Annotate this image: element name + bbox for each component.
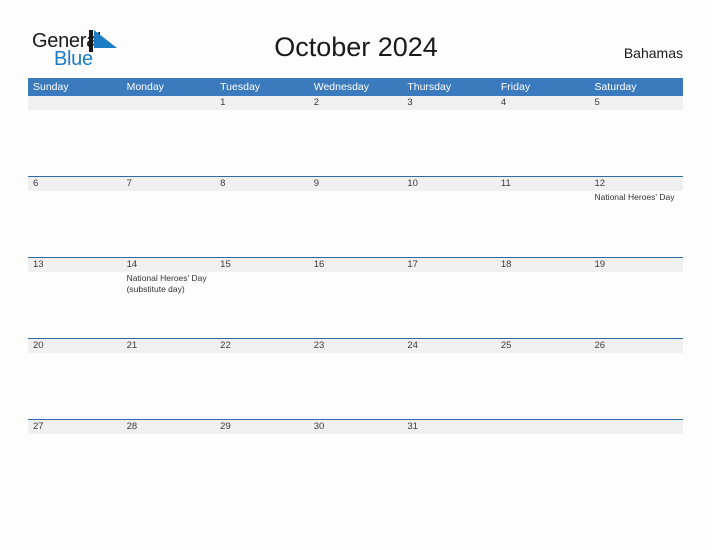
day-number[interactable]: 5 xyxy=(589,96,683,110)
day-number[interactable]: 26 xyxy=(589,339,683,353)
day-cell[interactable] xyxy=(122,110,216,176)
day-number[interactable]: 2 xyxy=(309,96,403,110)
week-event-body: National Heroes' Day xyxy=(28,191,683,257)
day-number[interactable]: 15 xyxy=(215,258,309,272)
week-date-band: 6 7 8 9 10 11 12 xyxy=(28,177,683,191)
week-date-band: 20 21 22 23 24 25 26 xyxy=(28,339,683,353)
calendar-week-row: 1 2 3 4 5 xyxy=(28,96,683,176)
day-cell[interactable] xyxy=(496,353,590,419)
calendar-week-row: 20 21 22 23 24 25 26 xyxy=(28,338,683,419)
calendar-week-row: 27 28 29 30 31 xyxy=(28,419,683,434)
day-number[interactable]: 24 xyxy=(402,339,496,353)
day-header-tuesday: Tuesday xyxy=(220,81,261,93)
day-number[interactable]: 8 xyxy=(215,177,309,191)
day-number[interactable]: 28 xyxy=(122,420,216,434)
day-cell[interactable] xyxy=(589,353,683,419)
week-event-body xyxy=(28,110,683,176)
page-title: October 2024 xyxy=(274,32,438,62)
day-cell[interactable] xyxy=(309,353,403,419)
page-header: General Blue October 2024 Bahamas xyxy=(0,0,712,78)
day-number[interactable] xyxy=(589,420,683,434)
day-cell[interactable] xyxy=(215,272,309,338)
week-event-body xyxy=(28,353,683,419)
day-cell[interactable] xyxy=(28,191,122,257)
day-number[interactable] xyxy=(122,96,216,110)
day-cell[interactable] xyxy=(589,110,683,176)
day-header-friday: Friday xyxy=(500,81,531,93)
day-number[interactable]: 23 xyxy=(309,339,403,353)
calendar-page: General Blue October 2024 Bahamas Sunday… xyxy=(0,0,712,550)
day-number[interactable]: 3 xyxy=(402,96,496,110)
day-cell[interactable]: National Heroes' Day (substitute day) xyxy=(122,272,216,338)
day-cell[interactable] xyxy=(215,191,309,257)
day-number[interactable]: 14 xyxy=(122,258,216,272)
day-number[interactable]: 27 xyxy=(28,420,122,434)
week-date-band: 13 14 15 16 17 18 19 xyxy=(28,258,683,272)
day-cell[interactable] xyxy=(309,110,403,176)
day-header-sunday: Sunday xyxy=(33,81,69,93)
day-number[interactable]: 16 xyxy=(309,258,403,272)
day-cell[interactable] xyxy=(309,191,403,257)
day-cell[interactable] xyxy=(402,191,496,257)
day-number[interactable]: 4 xyxy=(496,96,590,110)
day-cell[interactable] xyxy=(496,110,590,176)
day-number[interactable]: 10 xyxy=(402,177,496,191)
day-cell[interactable] xyxy=(589,272,683,338)
day-cell[interactable] xyxy=(122,353,216,419)
day-cell[interactable] xyxy=(496,191,590,257)
week-event-body: National Heroes' Day (substitute day) xyxy=(28,272,683,338)
day-header-monday: Monday xyxy=(126,81,164,93)
day-number[interactable]: 22 xyxy=(215,339,309,353)
day-cell[interactable] xyxy=(309,272,403,338)
day-cell[interactable] xyxy=(215,353,309,419)
day-cell[interactable] xyxy=(122,191,216,257)
day-number[interactable]: 29 xyxy=(215,420,309,434)
calendar-week-row: 13 14 15 16 17 18 19 National Heroes' Da… xyxy=(28,257,683,338)
day-cell[interactable] xyxy=(402,110,496,176)
day-number[interactable] xyxy=(28,96,122,110)
day-number[interactable]: 17 xyxy=(402,258,496,272)
event-label: National Heroes' Day (substitute day) xyxy=(126,273,207,294)
day-number[interactable]: 12 xyxy=(589,177,683,191)
day-cell[interactable] xyxy=(402,353,496,419)
week-date-band: 27 28 29 30 31 xyxy=(28,420,683,434)
day-number[interactable]: 1 xyxy=(215,96,309,110)
day-number[interactable]: 13 xyxy=(28,258,122,272)
day-number[interactable]: 30 xyxy=(309,420,403,434)
day-number[interactable]: 25 xyxy=(496,339,590,353)
calendar-grid: Sunday Monday Tuesday Wednesday Thursday… xyxy=(28,78,683,434)
event-label: National Heroes' Day xyxy=(594,192,675,202)
day-number[interactable]: 7 xyxy=(122,177,216,191)
day-cell[interactable] xyxy=(28,272,122,338)
day-number[interactable]: 20 xyxy=(28,339,122,353)
day-number[interactable]: 18 xyxy=(496,258,590,272)
day-header-thursday: Thursday xyxy=(407,81,452,93)
week-date-band: 1 2 3 4 5 xyxy=(28,96,683,110)
day-number[interactable]: 6 xyxy=(28,177,122,191)
day-cell[interactable] xyxy=(28,110,122,176)
day-header-saturday: Saturday xyxy=(594,81,637,93)
day-number[interactable]: 9 xyxy=(309,177,403,191)
day-number[interactable]: 19 xyxy=(589,258,683,272)
day-cell[interactable] xyxy=(496,272,590,338)
day-number[interactable]: 21 xyxy=(122,339,216,353)
calendar-week-row: 6 7 8 9 10 11 12 National Heroes' Day xyxy=(28,176,683,257)
country-label: Bahamas xyxy=(623,45,683,61)
day-of-week-header-row: Sunday Monday Tuesday Wednesday Thursday… xyxy=(28,78,683,96)
day-number[interactable]: 31 xyxy=(402,420,496,434)
day-cell[interactable] xyxy=(215,110,309,176)
day-number[interactable]: 11 xyxy=(496,177,590,191)
day-cell[interactable] xyxy=(28,353,122,419)
day-header-wednesday: Wednesday xyxy=(313,81,369,93)
day-number[interactable] xyxy=(496,420,590,434)
day-cell[interactable]: National Heroes' Day xyxy=(589,191,683,257)
day-cell[interactable] xyxy=(402,272,496,338)
